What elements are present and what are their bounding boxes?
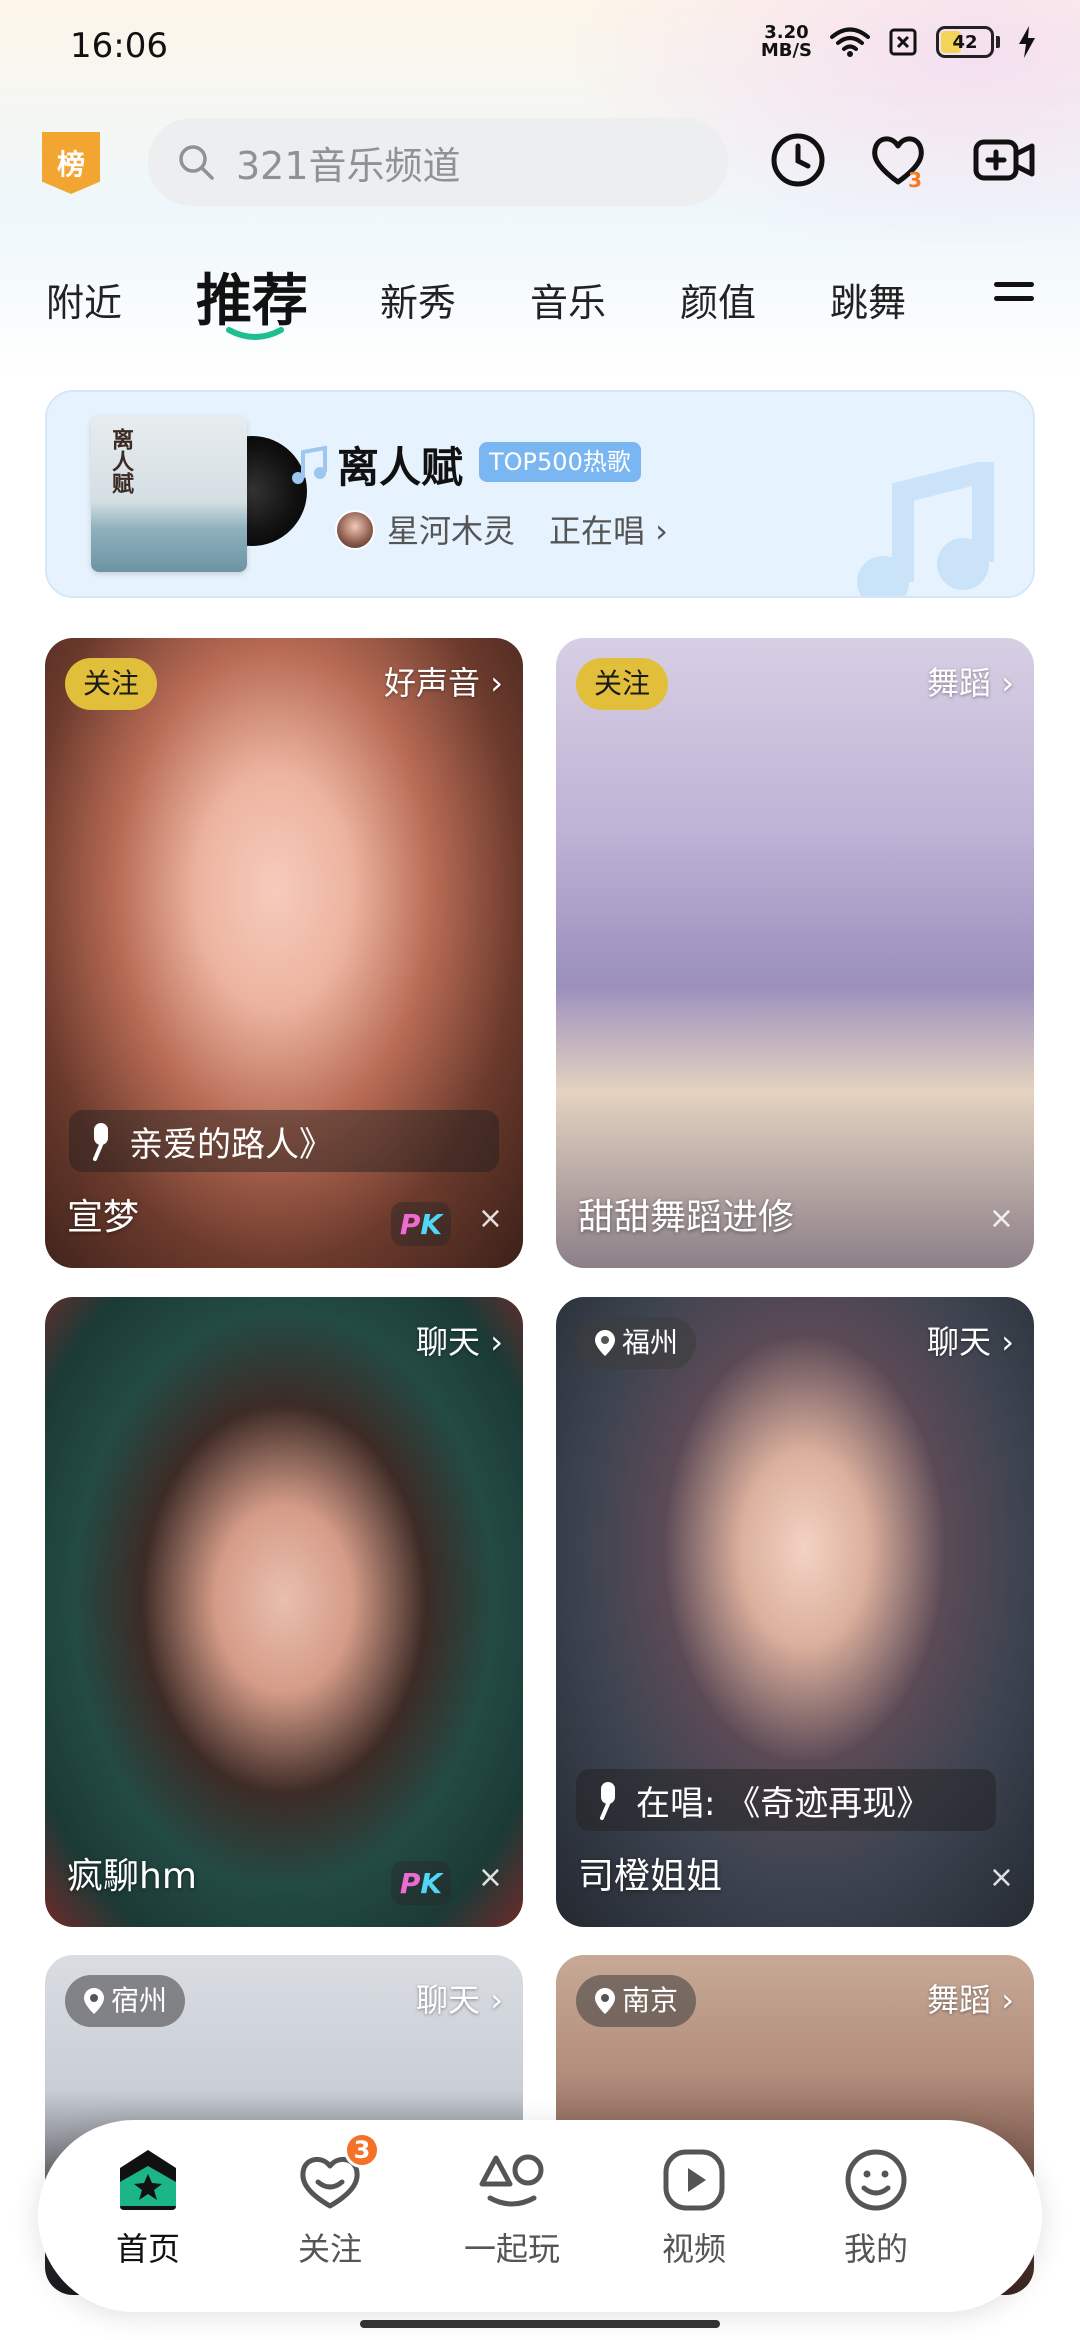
tab-recommended[interactable]: 推荐 [196,256,308,337]
wifi-icon [830,27,870,57]
card-category-link[interactable]: 聊天 › [927,1317,1014,1363]
streamer-name: 司橙姐姐 [578,1856,723,1897]
location-tag: 福州 [576,1317,697,1369]
nav-label-following: 关注 [297,2230,362,2268]
microphone-icon [600,1782,615,1820]
following-notification-badge: 3 [344,2132,380,2168]
category-tabs: 附近 推荐 新秀 音乐 颜值 跳舞 [0,256,1080,356]
location-pin-icon [84,1988,104,2014]
tab-music[interactable]: 音乐 [530,272,606,327]
now-singing-pill: 在唱: 《奇迹再现》 [576,1769,996,1831]
streamer-photo [45,638,523,1268]
nav-label-video: 视频 [661,2230,726,2268]
location-name: 福州 [622,1326,679,1359]
battery-level: 42 [952,31,978,53]
singing-status-link[interactable]: 正在唱 › [549,506,668,552]
top-song-badge: TOP500热歌 [479,442,641,482]
status-time: 16:06 [70,26,168,66]
location-pin-icon [595,1988,615,2014]
streamer-photo [556,638,1034,1268]
live-room-card[interactable]: 关注 好声音 › 亲爱的路人》 宣梦 PK × [45,638,523,1268]
tab-dance[interactable]: 跳舞 [830,272,906,327]
charging-icon [1019,26,1035,58]
search-placeholder: 321音乐频道 [236,143,461,188]
search-input[interactable]: 321音乐频道 [148,118,728,206]
live-room-card[interactable]: 福州 聊天 › 在唱: 《奇迹再现》 司橙姐姐 × [556,1297,1034,1927]
pk-badge: PK [391,1202,451,1246]
location-tag: 宿州 [65,1975,186,2027]
music-note-watermark-icon [857,462,994,596]
tab-nearby[interactable]: 附近 [46,272,122,327]
streamer-photo [556,1297,1034,1927]
home-icon [120,2150,176,2210]
dismiss-card-button[interactable]: × [989,1201,1014,1236]
nav-label-profile: 我的 [843,2230,908,2268]
album-cover-image: 离人赋 [91,416,247,572]
nav-label-home: 首页 [115,2230,180,2268]
card-category-link[interactable]: 聊天 › [416,1975,503,2021]
pk-badge: PK [391,1861,451,1905]
start-live-button[interactable] [972,128,1036,192]
no-sim-icon [889,28,917,56]
smiley-face-icon [845,2149,907,2211]
video-camera-icon [973,139,1035,181]
network-speed-unit: MB/S [760,40,812,61]
dismiss-card-button[interactable]: × [478,1201,503,1236]
dismiss-card-button[interactable]: × [478,1860,503,1895]
status-bar: 16:06 3.20 MB/S 42 [0,0,1080,100]
follow-tag: 关注 [576,658,669,710]
ranking-badge[interactable]: 榜 [42,132,100,194]
battery-indicator: 42 [936,26,1000,58]
location-name: 宿州 [111,1984,168,2017]
more-tabs-menu-icon[interactable] [994,282,1034,312]
nav-item-profile[interactable]: 我的 [806,2144,946,2270]
nav-item-play-together[interactable]: 一起玩 [442,2144,582,2270]
home-gesture-bar[interactable] [360,2320,720,2328]
shapes-play-icon [479,2154,544,2207]
singer-avatar [335,510,375,550]
tab-newcomers[interactable]: 新秀 [380,272,456,327]
location-name: 南京 [622,1984,679,2017]
now-singing-song: 亲爱的路人》 [129,1124,333,1165]
music-note-icon [292,445,327,484]
nav-item-video[interactable]: 视频 [624,2144,764,2270]
active-tab-indicator [226,327,284,340]
nav-label-play-together: 一起玩 [463,2230,560,2268]
singer-name: 星河木灵 [387,512,516,550]
history-icon [771,133,825,187]
history-button[interactable] [766,128,830,192]
nav-item-home[interactable]: 首页 [78,2144,218,2270]
streamer-name: 宣梦 [67,1197,140,1238]
streamer-name: 疯駠hm [67,1856,197,1897]
follow-tag: 关注 [65,658,158,710]
now-singing-banner[interactable]: 离人赋 离人赋 TOP500热歌 星河木灵 正在唱 › [45,390,1035,598]
dismiss-card-button[interactable]: × [989,1860,1014,1895]
favorites-count: 3 [908,168,922,192]
network-speed: 3.20 MB/S [761,24,812,60]
microphone-icon [93,1123,108,1161]
streamer-photo [45,1297,523,1927]
location-pin-icon [595,1330,615,1356]
album-cover-title: 离人赋 [108,428,134,494]
live-room-card[interactable]: 聊天 › 疯駠hm PK × [45,1297,523,1927]
card-category-link[interactable]: 好声音 › [384,658,503,704]
bottom-navigation-bar: 首页 3 关注 一起玩 视频 我的 [38,2120,1042,2312]
video-play-icon [663,2149,725,2211]
search-icon [179,145,214,180]
live-room-card[interactable]: 关注 舞蹈 › 甜甜舞蹈进修 × [556,638,1034,1268]
card-category-link[interactable]: 舞蹈 › [927,1975,1014,2021]
streamer-name: 甜甜舞蹈进修 [578,1197,795,1238]
now-singing-pill: 亲爱的路人》 [69,1110,499,1172]
tab-looks[interactable]: 颜值 [680,272,756,327]
favorites-button[interactable]: 3 [866,128,930,192]
now-singing-song: 在唱: 《奇迹再现》 [636,1783,931,1824]
nav-item-following[interactable]: 3 关注 [260,2132,400,2270]
status-indicators: 3.20 MB/S 42 [761,24,1036,60]
location-tag: 南京 [576,1975,697,2027]
card-category-link[interactable]: 舞蹈 › [927,658,1014,704]
card-category-link[interactable]: 聊天 › [416,1317,503,1363]
banner-song-title: 离人赋 [337,443,464,492]
